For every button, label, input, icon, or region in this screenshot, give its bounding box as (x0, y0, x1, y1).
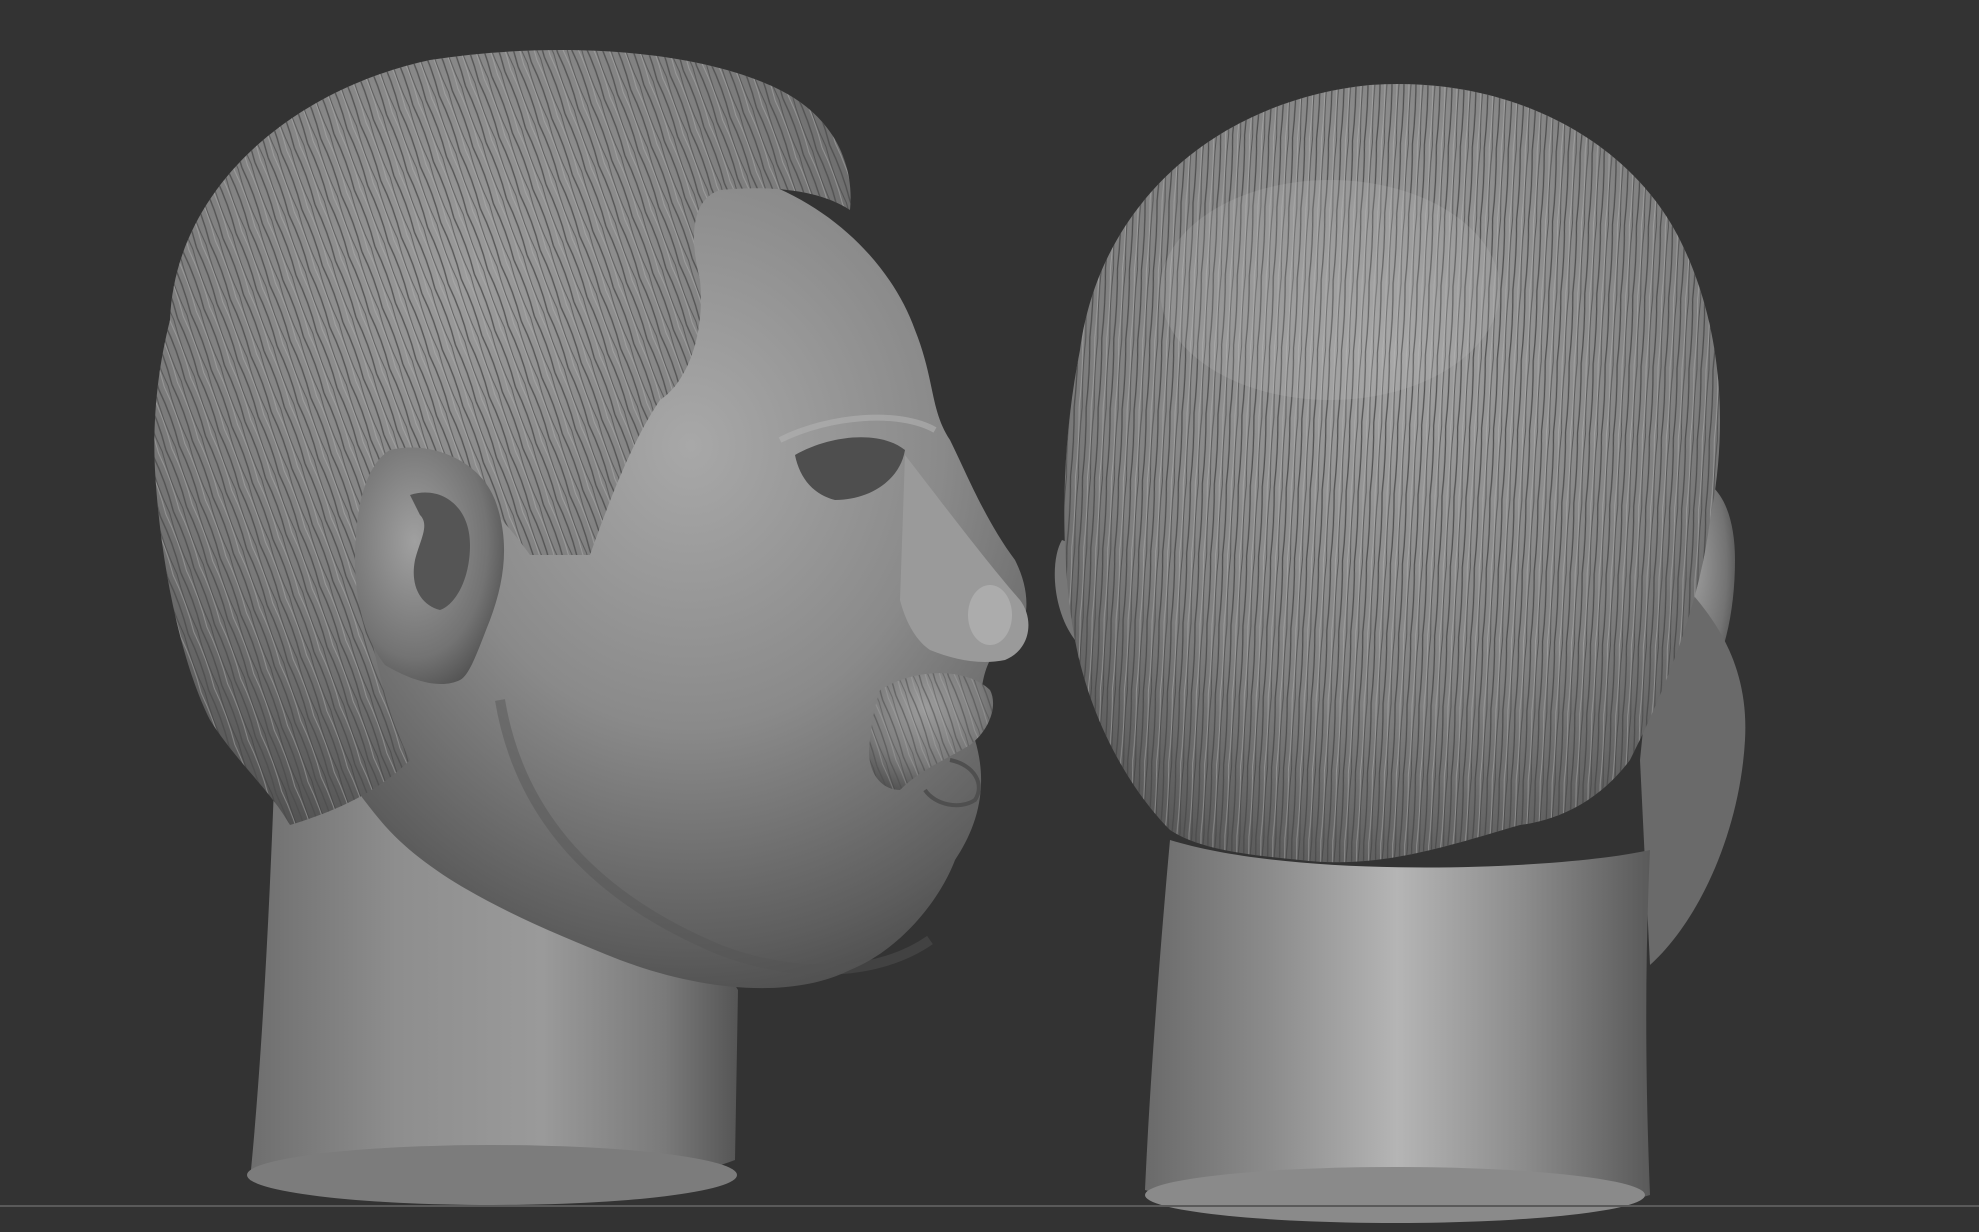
neck-base-profile (247, 1145, 737, 1205)
head-model-back[interactable] (1054, 83, 1746, 1223)
neck-base-back (1145, 1167, 1645, 1223)
neck-back (1145, 840, 1650, 1217)
viewport-floor-line (0, 1205, 1979, 1207)
nose-highlight (968, 585, 1012, 645)
sculpt-scene (0, 50, 1979, 1223)
sculpt-viewport[interactable] (0, 0, 1979, 1232)
hair-back-highlight (1160, 180, 1500, 400)
head-model-profile[interactable] (154, 50, 1029, 1205)
